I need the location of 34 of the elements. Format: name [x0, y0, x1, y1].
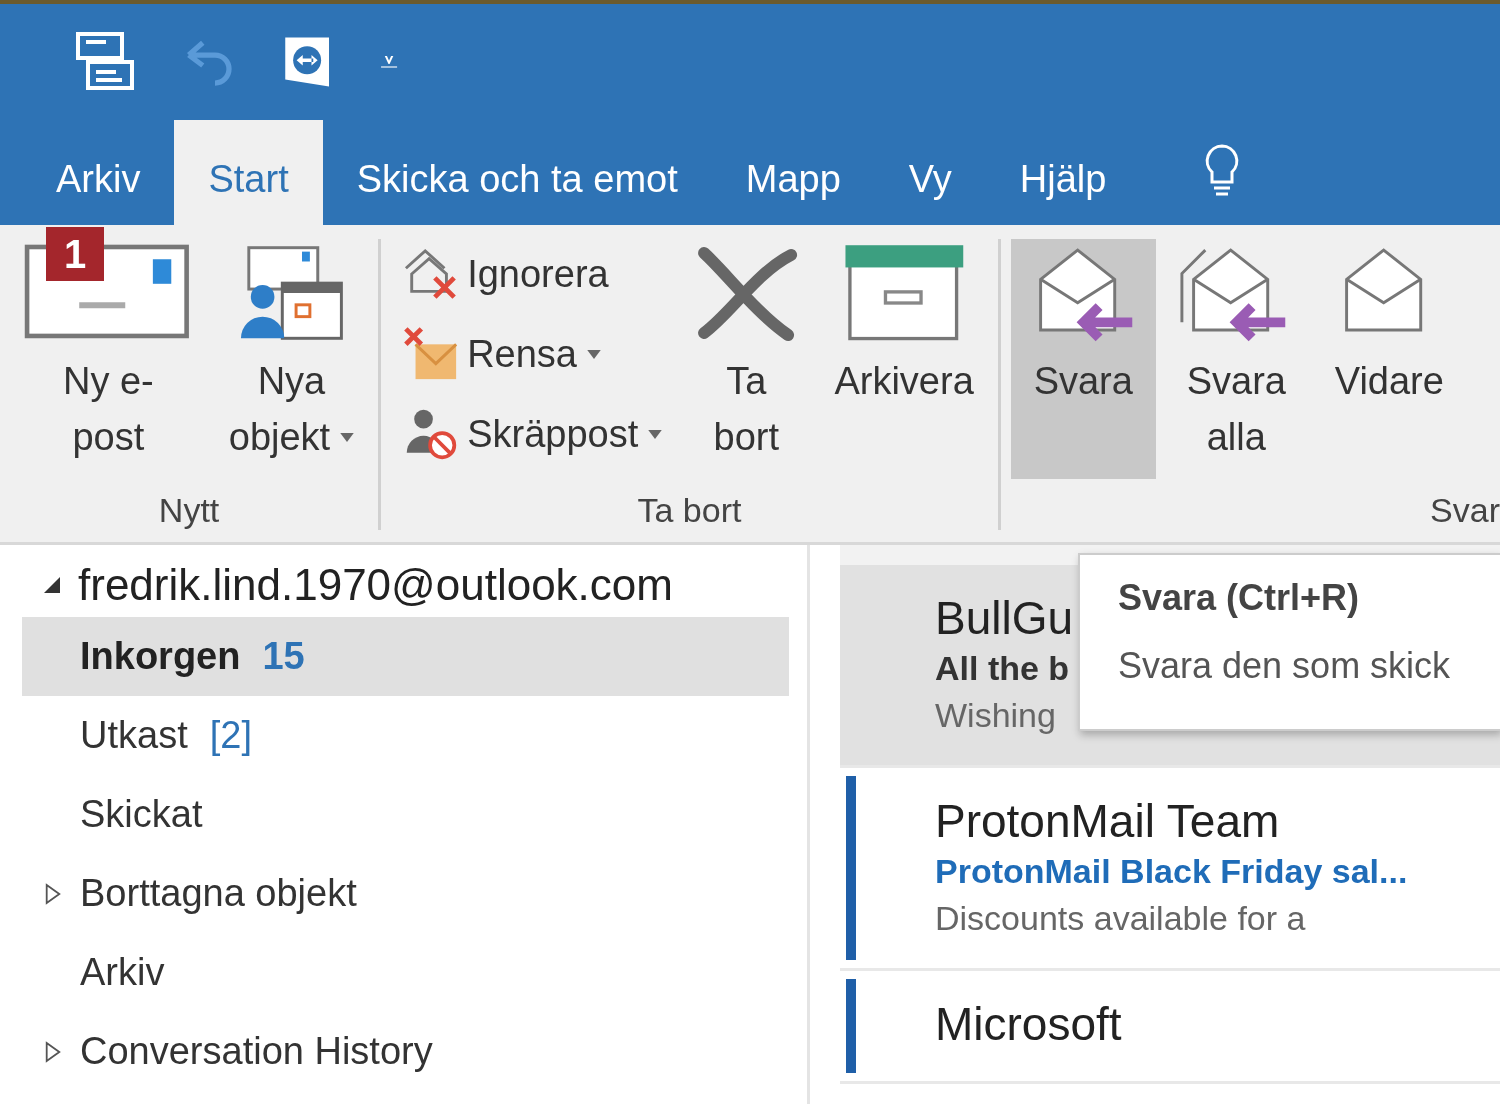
- customize-toolbar-button[interactable]: ⩡: [380, 43, 398, 81]
- ribbon-button[interactable]: Ta bort: [680, 239, 813, 479]
- ribbon-button[interactable]: Svara: [1010, 239, 1156, 479]
- tooltip: Svara (Ctrl+R) Svara den som skick: [1078, 553, 1500, 731]
- ribbon-button[interactable]: Arkivera: [820, 239, 988, 479]
- message-item[interactable]: Microsoft: [840, 971, 1500, 1084]
- ribbon-tab[interactable]: Mapp: [711, 120, 875, 225]
- folder-item[interactable]: Arkiv: [22, 933, 789, 1012]
- group-label: Svar: [1429, 491, 1500, 530]
- folder-item[interactable]: Skickat: [22, 775, 789, 854]
- ribbon-tab[interactable]: Arkiv: [22, 120, 175, 225]
- keytip-badge: 1: [46, 227, 104, 281]
- ribbon-button[interactable]: Ignorera: [401, 239, 663, 309]
- folder-item[interactable]: Utkast [2]: [22, 696, 789, 775]
- folder-item[interactable]: Conversation History: [22, 1012, 789, 1091]
- expanded-arrow-icon[interactable]: [42, 575, 62, 595]
- ribbon-button[interactable]: Svara alla: [1163, 239, 1309, 479]
- ribbon-button[interactable]: Nya objekt: [214, 239, 369, 479]
- ribbon-button[interactable]: Skräppost: [401, 399, 663, 469]
- ribbon-tab[interactable]: Skicka och ta emot: [322, 120, 712, 225]
- ribbon-tab[interactable]: Vy: [874, 120, 986, 225]
- ribbon-tab[interactable]: Hjälp: [985, 120, 1141, 225]
- collapsed-arrow-icon: [44, 1039, 62, 1064]
- ribbon-tab[interactable]: Start: [174, 120, 323, 225]
- group-label: Nytt: [157, 491, 221, 530]
- folder-item[interactable]: Borttagna objekt: [22, 854, 789, 933]
- account-name[interactable]: fredrik.lind.1970@outlook.com: [78, 560, 673, 610]
- archive-box-icon: [842, 243, 966, 343]
- folder-item[interactable]: Inkorgen 15: [22, 617, 789, 696]
- ribbon-button[interactable]: Rensa: [401, 319, 663, 389]
- ribbon-button[interactable]: Vidare: [1316, 239, 1462, 479]
- message-item[interactable]: ProtonMail Team ProtonMail Black Friday sal... Discounts available for a: [840, 768, 1500, 971]
- group-label: Ta bort: [636, 491, 743, 530]
- collapsed-arrow-icon: [44, 881, 62, 906]
